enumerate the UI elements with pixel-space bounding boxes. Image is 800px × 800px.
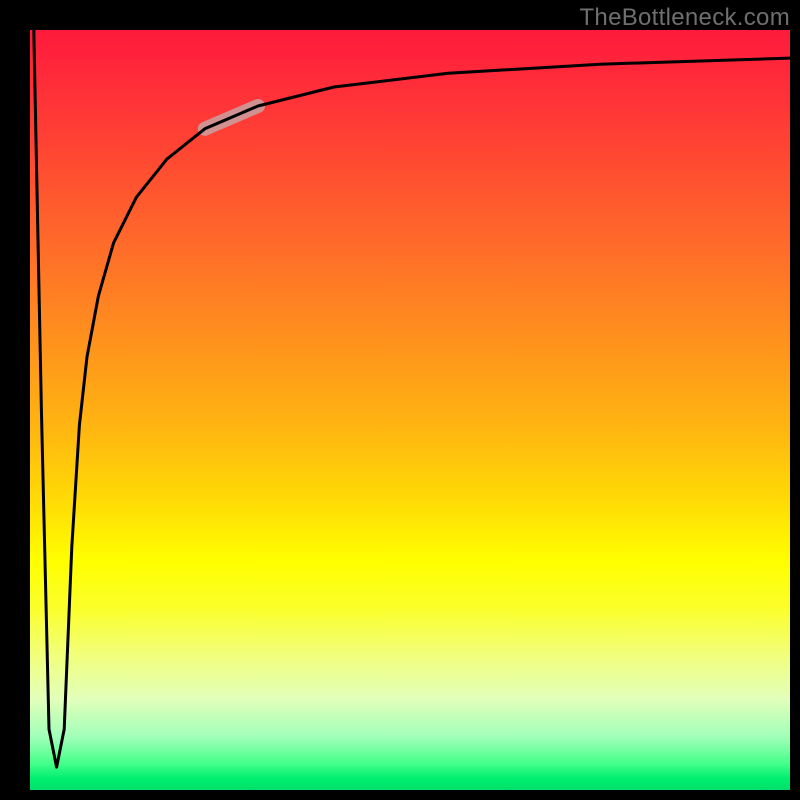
curve-line [34,30,790,767]
watermark-text: TheBottleneck.com [579,4,790,32]
curve-svg [30,30,790,790]
plot-area [30,30,790,790]
chart-frame: TheBottleneck.com [0,0,800,800]
